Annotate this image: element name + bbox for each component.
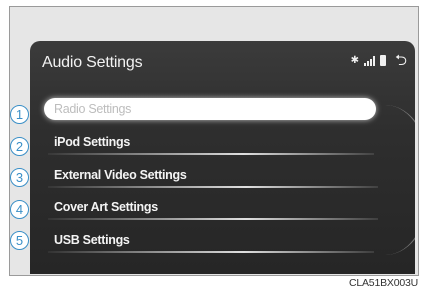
menu-item-label: iPod Settings	[54, 135, 130, 149]
menu-item-cover-art-settings[interactable]: Cover Art Settings	[44, 196, 378, 220]
bluetooth-icon: ✱	[350, 54, 359, 66]
callout-5: 5	[10, 231, 29, 250]
callout-2: 2	[10, 137, 29, 156]
menu-item-label: USB Settings	[54, 233, 130, 247]
menu-item-usb-settings[interactable]: USB Settings	[44, 229, 374, 253]
menu-item-radio-settings[interactable]: Radio Settings	[44, 98, 376, 120]
status-bar: ✱ ⮌	[351, 53, 407, 68]
menu-item-label: Radio Settings	[54, 102, 132, 116]
menu-item-label: External Video Settings	[54, 168, 187, 182]
figure-code: CLA51BX003U	[348, 277, 418, 289]
menu-item-label: Cover Art Settings	[54, 200, 158, 214]
callout-3: 3	[10, 168, 29, 187]
page-title: Audio Settings	[42, 54, 143, 71]
scroll-arc	[385, 105, 415, 255]
callout-4: 4	[10, 200, 29, 219]
back-icon[interactable]: ⮌	[395, 53, 407, 68]
audio-settings-screen: Audio Settings ✱ ⮌ Radio Settings iPod S…	[30, 41, 415, 274]
callout-1: 1	[10, 105, 29, 124]
battery-icon	[379, 55, 386, 66]
menu-item-ipod-settings[interactable]: iPod Settings	[44, 131, 374, 155]
signal-icon	[363, 55, 375, 66]
menu-item-external-video-settings[interactable]: External Video Settings	[44, 164, 378, 188]
